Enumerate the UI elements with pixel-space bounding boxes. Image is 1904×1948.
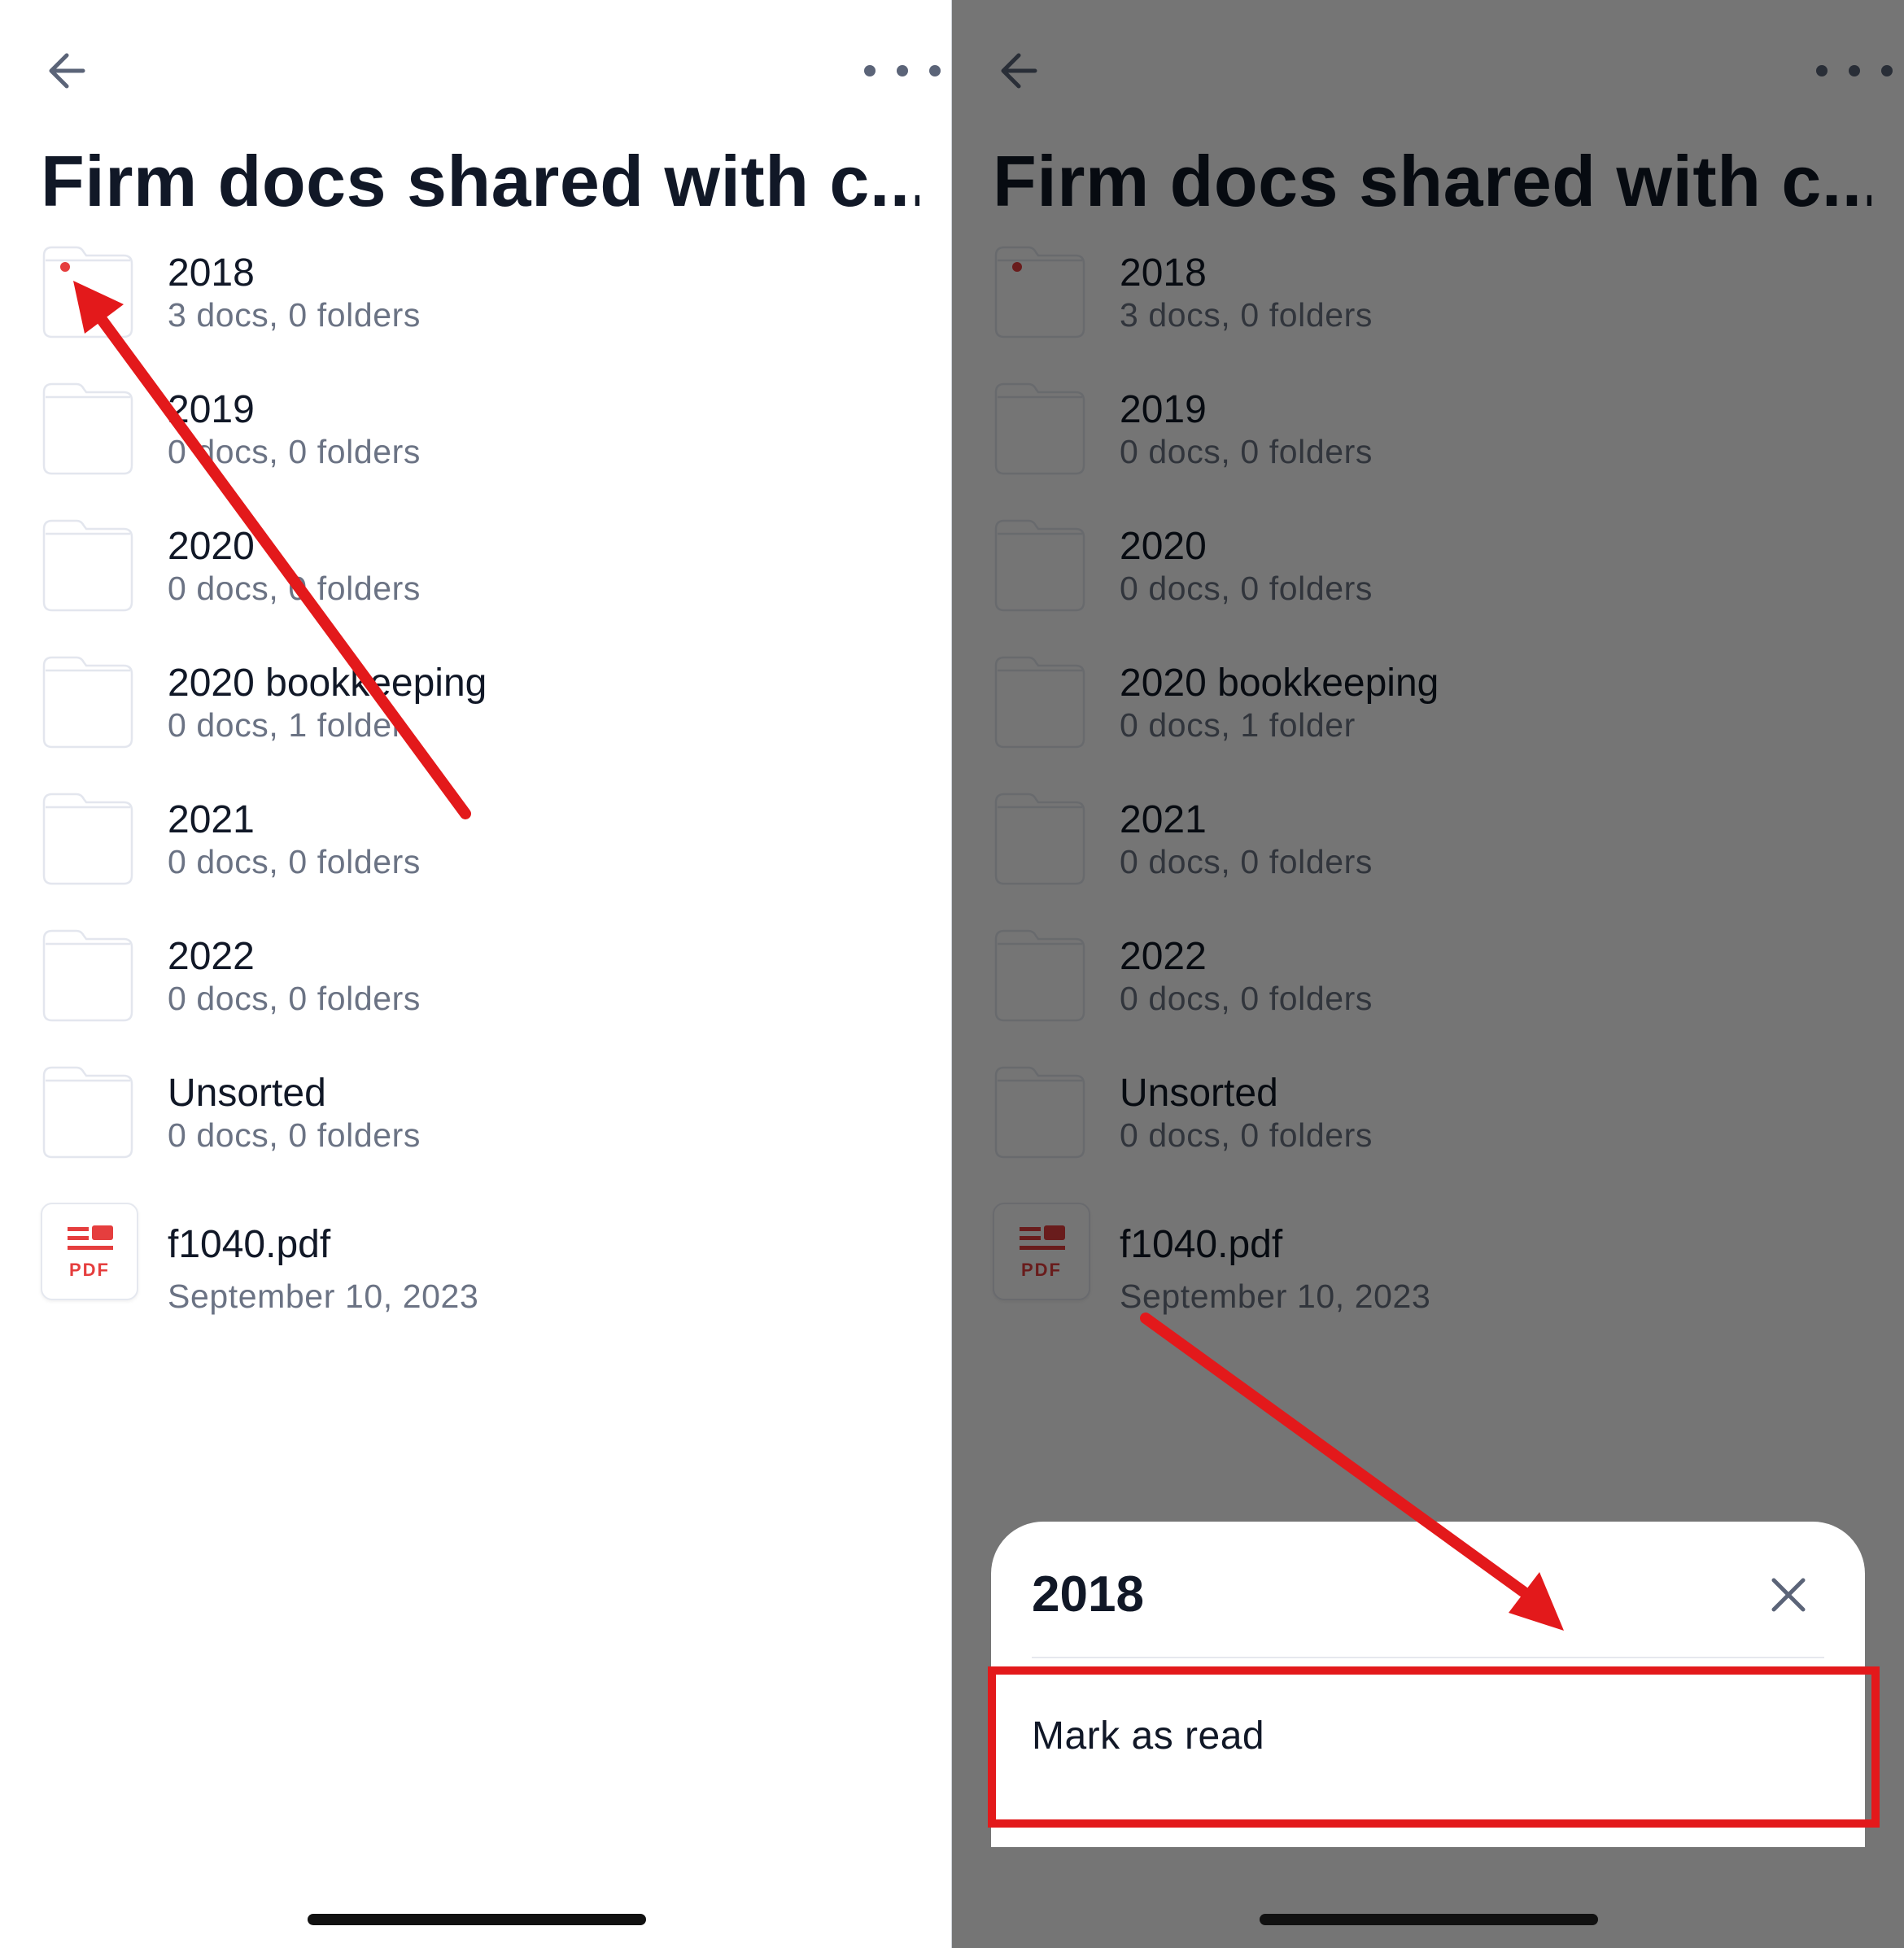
annotation-arrow [73, 281, 471, 819]
annotation-arrow [1140, 1312, 1564, 1631]
screen-after: Firm docs shared with c... 2018 3 docs, … [952, 0, 1904, 1948]
screen-before: Firm docs shared with c... 2018 3 docs, … [0, 0, 952, 1948]
